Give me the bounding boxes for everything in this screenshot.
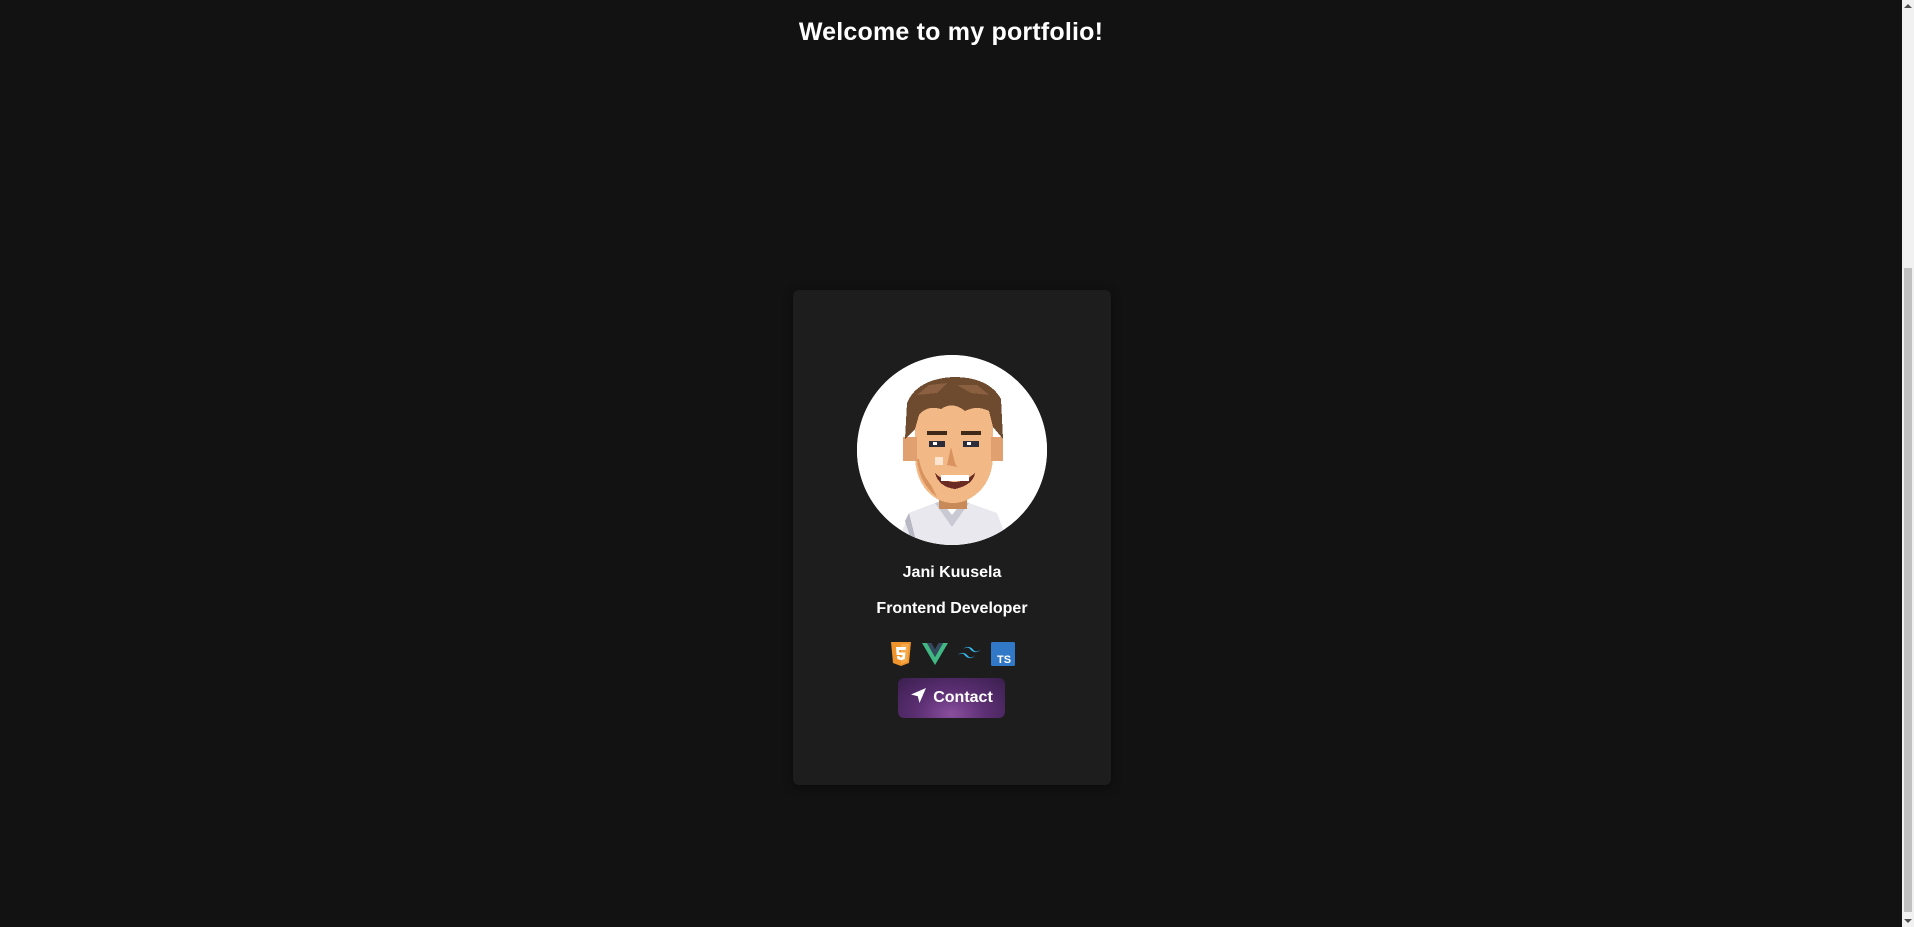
page: Welcome to my portfolio! Jani Kuusela Fr… xyxy=(0,0,1914,927)
scroll-up-arrow-icon[interactable] xyxy=(1902,0,1914,12)
page-title: Welcome to my portfolio! xyxy=(798,18,1104,46)
svg-text:TS: TS xyxy=(997,654,1011,666)
vertical-scrollbar[interactable] xyxy=(1902,0,1914,927)
vue-icon xyxy=(922,641,948,667)
html5-icon xyxy=(888,641,914,667)
profile-name: Jani Kuusela xyxy=(902,564,1002,581)
contact-button-label: Contact xyxy=(933,689,993,706)
profile-role: Frontend Developer xyxy=(876,600,1028,617)
typescript-icon: TS xyxy=(990,641,1016,667)
avatar-portrait-image xyxy=(857,355,1047,545)
contact-button[interactable]: Contact xyxy=(898,678,1005,718)
scroll-down-arrow-icon[interactable] xyxy=(1902,915,1914,927)
tailwind-icon xyxy=(956,641,982,667)
scrollbar-thumb[interactable] xyxy=(1904,268,1912,912)
skills-icon-row: TS xyxy=(793,641,1111,667)
profile-card: Jani Kuusela Frontend Developer TS Conta… xyxy=(793,290,1111,785)
paper-plane-icon xyxy=(910,687,927,709)
avatar xyxy=(857,355,1047,545)
